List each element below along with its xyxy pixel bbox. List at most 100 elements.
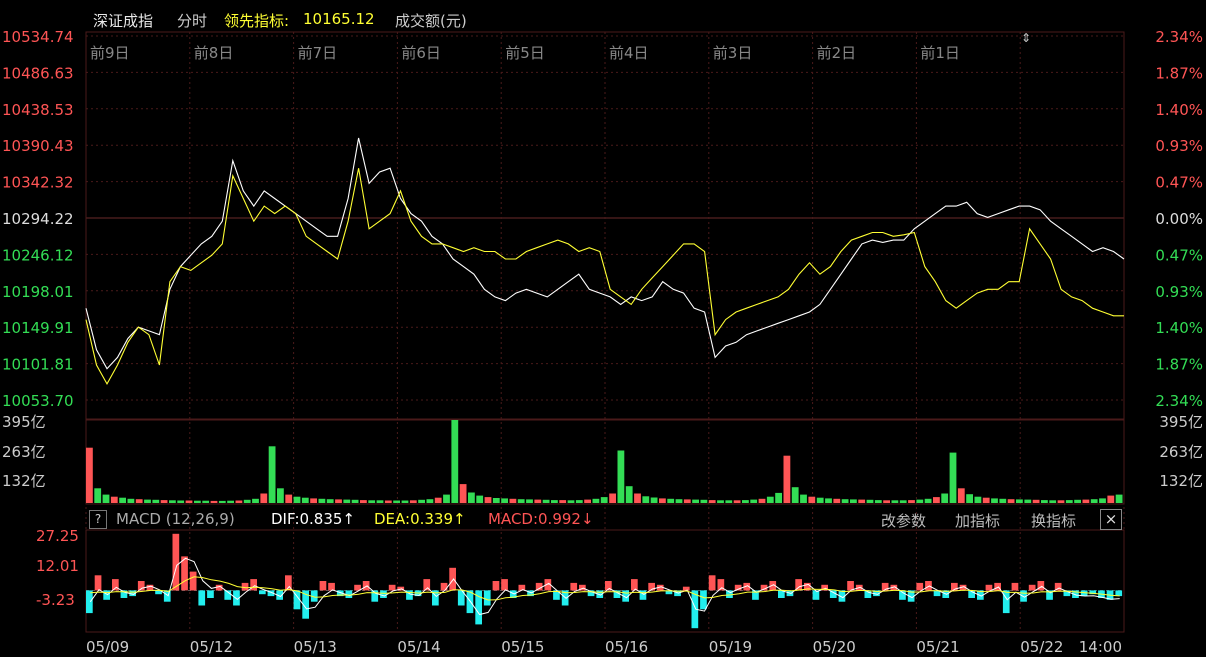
turnover-bar <box>584 499 591 503</box>
add-indicator-button[interactable]: 加指标 <box>955 510 1000 531</box>
turnover-bar <box>1049 500 1057 503</box>
turnover-bar <box>949 452 957 503</box>
macd-bar <box>1011 582 1019 591</box>
price-tick-label: 10486.63 <box>2 64 74 82</box>
turnover-bar <box>717 500 724 503</box>
turnover-bar <box>459 484 467 503</box>
turnover-bar <box>110 496 118 503</box>
turnover-bar <box>343 499 351 503</box>
turnover-bar <box>1016 499 1023 503</box>
day-label: 前5日 <box>505 44 545 62</box>
close-icon[interactable]: × <box>1100 509 1122 530</box>
modify-params-button[interactable]: 改参数 <box>881 510 926 531</box>
macd-bar <box>86 590 93 614</box>
day-label: 前2日 <box>817 44 857 62</box>
turnover-bar <box>783 455 791 503</box>
turnover-bar <box>335 499 342 503</box>
turnover-bar <box>858 499 866 503</box>
percent-tick-label: 1.87% <box>1155 64 1203 82</box>
price-tick-label: 10534.74 <box>2 28 74 46</box>
price-tick-label: 10342.32 <box>2 174 74 192</box>
turnover-bar <box>791 487 799 503</box>
macd-bar <box>198 590 206 606</box>
turnover-bar <box>401 500 409 503</box>
intraday-chart: 10534.74 10486.63 10438.53 10390.43 10342.32… <box>2 28 1203 656</box>
turnover-bar <box>733 500 741 503</box>
percent-tick-label: 0.47% <box>1155 174 1203 192</box>
turnover-bar <box>393 500 400 503</box>
turnover-bar <box>625 486 633 503</box>
date-label: 05/19 <box>709 638 752 656</box>
change-indicator-button[interactable]: 换指标 <box>1031 510 1076 531</box>
macd-bar <box>925 581 932 591</box>
date-label: 05/21 <box>916 638 959 656</box>
turnover-bar <box>542 499 550 503</box>
turnover-bar <box>775 492 782 503</box>
macd-bar <box>146 584 154 591</box>
turnover-bar <box>368 500 376 503</box>
macd-bar <box>207 590 214 598</box>
turnover-tick-label-right: 395亿 <box>1159 413 1203 431</box>
turnover-bar <box>1041 500 1048 503</box>
macd-bar <box>449 567 456 591</box>
turnover-tick-label-right: 263亿 <box>1159 443 1203 461</box>
turnover-bar <box>617 450 625 503</box>
price-axis: 10534.74 10486.63 10438.53 10390.43 10342.32… <box>2 28 1203 410</box>
turnover-bar <box>642 496 650 503</box>
turnover-bar <box>285 494 293 503</box>
turnover-bar <box>194 500 201 503</box>
turnover-bar <box>933 497 940 503</box>
leading-indicator-line <box>85 168 1124 386</box>
day-label: 前1日 <box>920 44 960 62</box>
turnover-bar <box>135 499 143 503</box>
percent-tick-label: 1.40% <box>1155 101 1203 119</box>
macd-bar <box>483 590 491 606</box>
date-label: 14:00 <box>1079 638 1122 656</box>
turnover-bar <box>418 499 425 503</box>
turnover-tick-label-left: 395亿 <box>2 413 46 431</box>
turnover-bar <box>492 498 500 503</box>
turnover-bars <box>86 420 1123 503</box>
turnover-bar <box>841 499 849 503</box>
turnover-bar <box>1107 495 1115 503</box>
turnover-bar <box>924 498 932 503</box>
turnover-bar <box>1115 494 1123 503</box>
macd-indicator-label[interactable]: MACD (12,26,9) <box>116 510 235 528</box>
macd-axis: 27.25 12.01 -3.23 <box>36 527 79 609</box>
turnover-bar <box>941 493 949 503</box>
turnover-bar <box>609 493 616 503</box>
macd-bar <box>916 582 924 591</box>
turnover-bar <box>94 488 102 503</box>
turnover-bar <box>218 500 226 503</box>
help-icon[interactable]: ? <box>89 510 107 529</box>
turnover-bar <box>260 493 268 503</box>
macd-bar <box>708 575 716 591</box>
turnover-bar <box>1090 499 1098 503</box>
turnover-bar <box>899 500 907 503</box>
turnover-bar <box>675 499 683 503</box>
turnover-bar <box>526 499 533 503</box>
turnover-bar <box>277 488 284 503</box>
price-tick-label: 10438.53 <box>2 101 74 119</box>
turnover-bar <box>833 498 841 503</box>
turnover-bar <box>592 498 600 503</box>
turnover-bar <box>1074 499 1081 503</box>
date-label: 05/22 <box>1020 638 1063 656</box>
turnover-bar <box>1099 498 1106 503</box>
turnover-bar <box>268 446 276 503</box>
macd-bar <box>501 579 508 591</box>
turnover-bar <box>1065 500 1073 503</box>
turnover-tick-label-right: 132亿 <box>1159 472 1203 490</box>
percent-tick-label: 0.00% <box>1155 210 1203 228</box>
date-label: 05/16 <box>605 638 648 656</box>
turnover-bar <box>243 499 251 503</box>
macd-bar <box>570 582 578 591</box>
expand-arrow-icon[interactable]: ⇕ <box>1021 31 1031 45</box>
turnover-bar <box>957 488 965 503</box>
turnover-bar <box>800 494 807 503</box>
turnover-bar <box>177 500 185 503</box>
turnover-bar <box>476 495 484 503</box>
turnover-bar <box>551 500 558 503</box>
turnover-bar <box>974 496 982 503</box>
macd-bar <box>700 590 707 610</box>
